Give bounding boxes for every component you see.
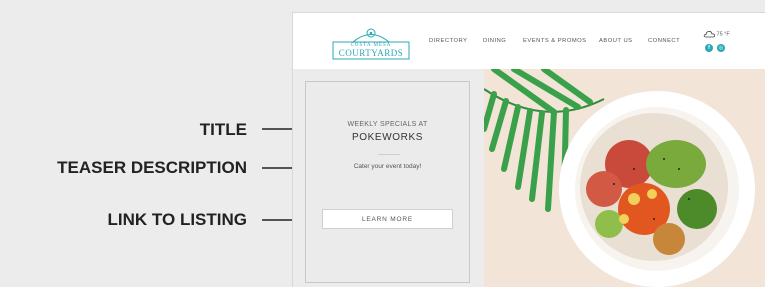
annotation-link-to-listing: LINK TO LISTING	[107, 210, 247, 229]
hero-image	[484, 69, 765, 287]
teaser-card: WEEKLY SPECIALS AT POKEWORKS Cater your …	[305, 81, 470, 283]
weather-temp: 75 °F	[716, 31, 730, 38]
instagram-icon[interactable]: ◎	[717, 44, 725, 52]
website-frame: COSTA MESA COURTYARDS DIRECTORY DINING E…	[292, 12, 765, 287]
nav-dining[interactable]: DINING	[483, 38, 506, 44]
nav-connect[interactable]: CONNECT	[648, 38, 680, 44]
annotation-title: TITLE	[199, 120, 247, 139]
teaser-kicker: WEEKLY SPECIALS AT	[347, 121, 428, 128]
facebook-icon[interactable]: f	[705, 44, 713, 52]
teaser-column: WEEKLY SPECIALS AT POKEWORKS Cater your …	[293, 69, 484, 287]
learn-more-button[interactable]: LEARN MORE	[322, 209, 453, 229]
nav-about-us[interactable]: ABOUT US	[599, 38, 633, 44]
teaser-divider	[378, 154, 400, 155]
logo-line2: COURTYARDS	[338, 48, 404, 58]
annotation-teaser-description: TEASER DESCRIPTION	[57, 158, 247, 177]
nav-directory[interactable]: DIRECTORY	[429, 38, 467, 44]
header: COSTA MESA COURTYARDS DIRECTORY DINING E…	[293, 13, 765, 69]
cloud-icon	[703, 31, 715, 38]
teaser-title: POKEWORKS	[352, 132, 423, 143]
site-logo[interactable]: COSTA MESA COURTYARDS	[331, 21, 411, 61]
weather-widget: 75 °F	[703, 30, 730, 38]
teaser-description: Cater your event today!	[353, 163, 422, 170]
poke-bowl-image	[484, 69, 765, 287]
nav-events-promos[interactable]: EVENTS & PROMOS	[523, 38, 587, 44]
